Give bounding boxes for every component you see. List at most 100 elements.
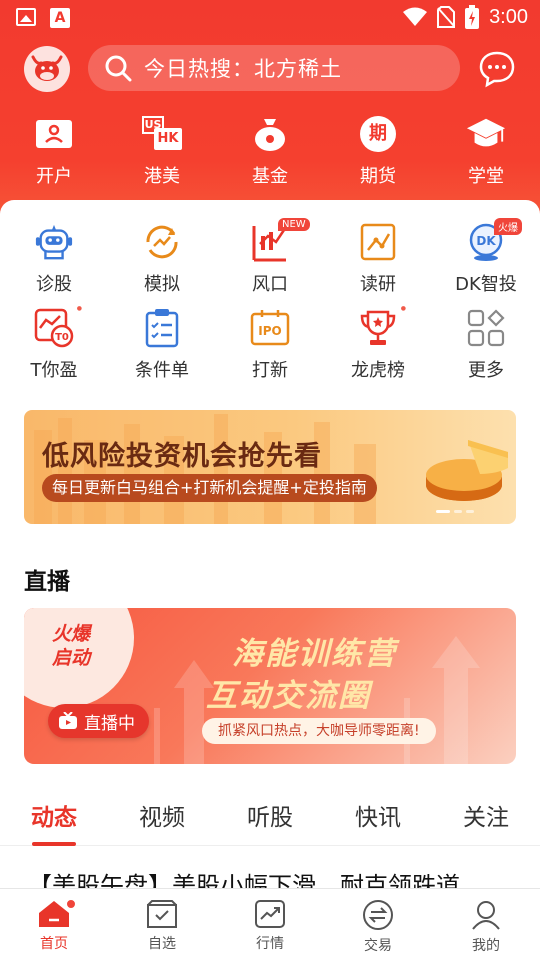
nav-academy[interactable]: 学堂 [432,114,540,194]
t0-chart-icon: T0 [34,308,74,348]
grid-item-dk-invest[interactable]: DK 火爆 DK智投 [432,218,540,308]
hk-label: HK [154,128,182,150]
grid-label: 龙虎榜 [351,360,405,381]
live-banner[interactable]: 火爆启动 海能训练营 互动交流圈 抓紧风口热点，大咖导师零距离! 直播中 [24,608,516,764]
nav-label: 期货 [360,166,396,187]
money-bag-icon [255,119,285,151]
live-now-button[interactable]: 直播中 [48,704,149,738]
grid-item-ipo[interactable]: IPO 打新 [216,308,324,394]
us-hk-icon: US HK [142,114,182,154]
simulate-icon [146,225,178,259]
live-headline-1: 海能训练营 [232,636,397,672]
new-badge: NEW [278,218,310,231]
bottom-nav-label: 我的 [472,938,500,954]
live-section-title: 直播 [24,569,70,595]
no-sim-icon [437,6,456,28]
hot-badge: 火爆 [494,218,522,235]
top-quick-nav: 开户 US HK 港美 基金 期 期货 学堂 [0,114,540,194]
banner-title: 低风险投资机会抢先看 [42,441,322,472]
grid-label: 读研 [360,274,396,295]
tab-follow[interactable]: 关注 [432,790,540,845]
search-icon [105,55,132,82]
promo-banner-low-risk[interactable]: 低风险投资机会抢先看 每日更新白马组合+打新机会提醒+定投指南 [24,410,516,524]
bottom-nav-profile[interactable]: 我的 [432,889,540,960]
status-time: 3:00 [489,5,528,28]
pie-chart-illustration [426,440,508,501]
bottom-nav: 首页 自选 行情 交易 我的 [0,888,540,960]
top-bar: 今日热搜：北方稀土 [0,44,540,96]
grid-label: 诊股 [36,274,72,295]
trade-exchange-icon [363,900,393,930]
id-card-icon [36,120,72,148]
tv-icon [59,712,77,729]
bottom-nav-market[interactable]: 行情 [216,889,324,960]
grid-item-trend[interactable]: NEW 风口 [216,218,324,308]
status-bar: A 3:00 [0,0,540,36]
feed-tabs: 动态 视频 听股 快讯 关注 [0,790,540,846]
notification-dot [66,899,76,909]
app-a-icon: A [50,8,70,28]
dk-text: DK [476,234,496,248]
profile-icon [472,901,500,930]
search-hot-keyword: 今日热搜：北方稀土 [144,57,342,81]
bottom-nav-label: 首页 [40,936,68,952]
grid-label: 风口 [252,274,288,295]
small-dot-icon: ● [400,305,406,312]
trophy-icon [360,310,396,345]
nav-label: 学堂 [468,166,504,187]
avatar[interactable] [24,46,70,92]
grid-label: 更多 [468,360,504,381]
battery-icon [465,5,480,29]
grid-item-condition-order[interactable]: 条件单 [108,308,216,394]
grid-label: DK智投 [455,274,517,295]
banner-subtitle: 每日更新白马组合+打新机会提醒+定投指南 [42,474,377,502]
nav-open-account[interactable]: 开户 [0,114,108,194]
wifi-icon [403,7,428,26]
bottom-nav-home[interactable]: 首页 [0,889,108,960]
search-bar[interactable]: 今日热搜：北方稀土 [88,45,460,91]
carousel-dots [436,510,474,513]
futures-icon: 期 [360,116,396,152]
grid-item-diagnose[interactable]: 诊股 [0,222,108,308]
tab-listen[interactable]: 听股 [216,790,324,845]
nav-label: 基金 [252,166,288,187]
nav-futures[interactable]: 期 期货 [324,114,432,194]
market-chart-icon [255,900,285,928]
grid-label: 模拟 [144,274,180,295]
tab-flash-news[interactable]: 快讯 [324,790,432,845]
nav-label: 港美 [144,166,180,187]
nav-fund[interactable]: 基金 [216,114,324,194]
grid-item-simulate[interactable]: 模拟 [108,222,216,308]
robot-icon [35,224,73,260]
checklist-icon [145,309,179,348]
bottom-nav-label: 自选 [148,936,176,952]
grid-item-dragon-tiger[interactable]: ● 龙虎榜 [324,305,432,394]
more-grid-icon [467,309,505,347]
grid-label: 打新 [252,360,288,381]
message-icon[interactable] [478,50,516,88]
small-dot-icon: ● [76,305,82,312]
watchlist-icon [147,900,177,928]
grid-item-t0[interactable]: T0 ● T你盈 [0,305,108,394]
bottom-nav-label: 交易 [364,938,392,954]
corner-badge-text: 火爆启动 [52,623,91,669]
tab-video[interactable]: 视频 [108,790,216,845]
bull-avatar-icon [31,55,63,81]
nav-hk-us[interactable]: US HK 港美 [108,114,216,194]
grid-item-research[interactable]: 读研 [324,222,432,308]
research-book-icon [360,223,396,261]
bottom-nav-label: 行情 [256,936,284,952]
grid-label: T你盈 [30,360,78,381]
grid-item-more[interactable]: 更多 [432,308,540,394]
gallery-icon [16,8,36,26]
live-subtitle: 抓紧风口热点，大咖导师零距离! [202,718,436,744]
ipo-icon: IPO [250,310,290,346]
bottom-nav-watchlist[interactable]: 自选 [108,889,216,960]
feature-grid: 诊股 模拟 NEW 风口 读研 DK 火爆 DK智投 T0 ● T你盈 条件单 [0,218,540,394]
graduation-cap-icon [466,118,506,147]
live-now-label: 直播中 [84,713,135,734]
ipo-text: IPO [258,324,281,338]
tab-dynamic[interactable]: 动态 [0,790,108,846]
bottom-nav-trade[interactable]: 交易 [324,889,432,960]
live-headline-2: 互动交流圈 [206,678,371,714]
